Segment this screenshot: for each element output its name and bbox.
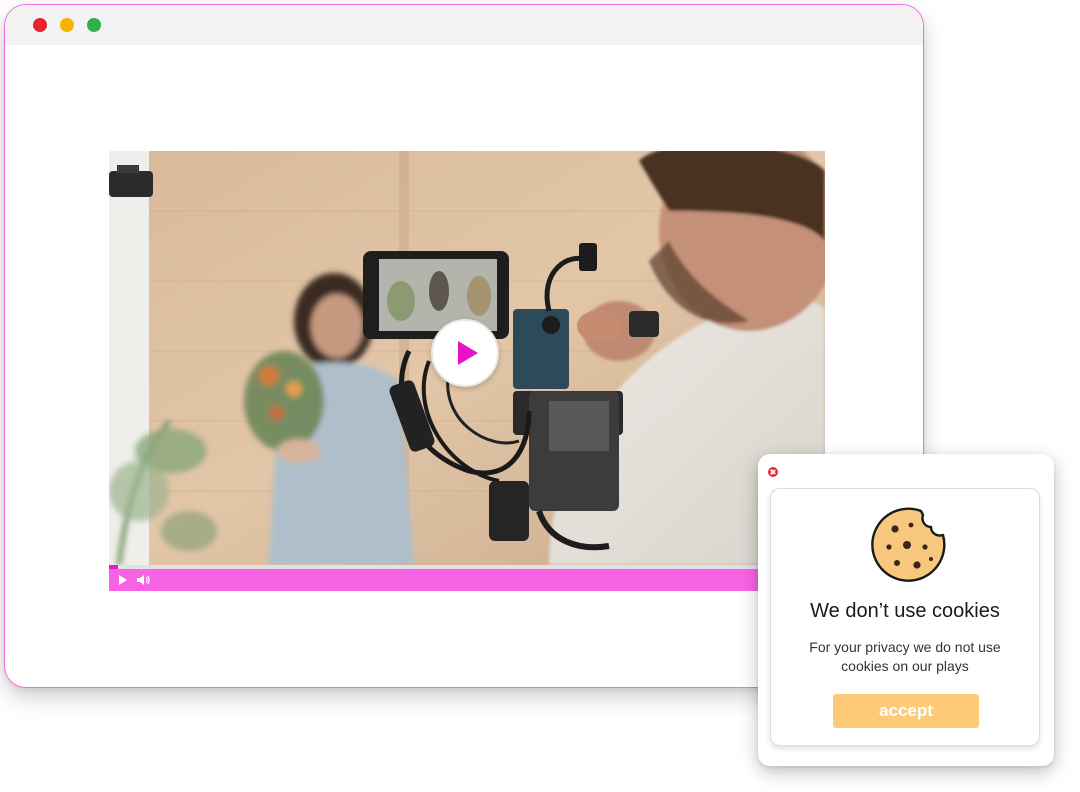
video-play-button[interactable]	[431, 319, 499, 387]
minimize-window-button[interactable]	[60, 18, 74, 32]
close-icon[interactable]	[768, 467, 778, 477]
volume-icon[interactable]	[136, 573, 150, 587]
cookie-card: We don’t use cookies For your privacy we…	[770, 488, 1040, 746]
close-window-button[interactable]	[33, 18, 47, 32]
cookie-message: For your privacy we do not use cookies o…	[809, 639, 1001, 674]
video-frame[interactable]	[109, 151, 825, 565]
video-player[interactable]	[109, 151, 825, 591]
video-controls-bar	[109, 569, 825, 591]
cookie-popup: We don’t use cookies For your privacy we…	[758, 454, 1054, 766]
cookie-title: We don’t use cookies	[810, 600, 1000, 622]
cookie-icon	[871, 507, 946, 582]
accept-button[interactable]: accept	[833, 694, 979, 728]
play-icon	[458, 341, 478, 365]
window-titlebar	[5, 5, 923, 45]
maximize-window-button[interactable]	[87, 18, 101, 32]
play-icon[interactable]	[119, 575, 127, 585]
page: We don’t use cookies For your privacy we…	[0, 0, 1080, 792]
